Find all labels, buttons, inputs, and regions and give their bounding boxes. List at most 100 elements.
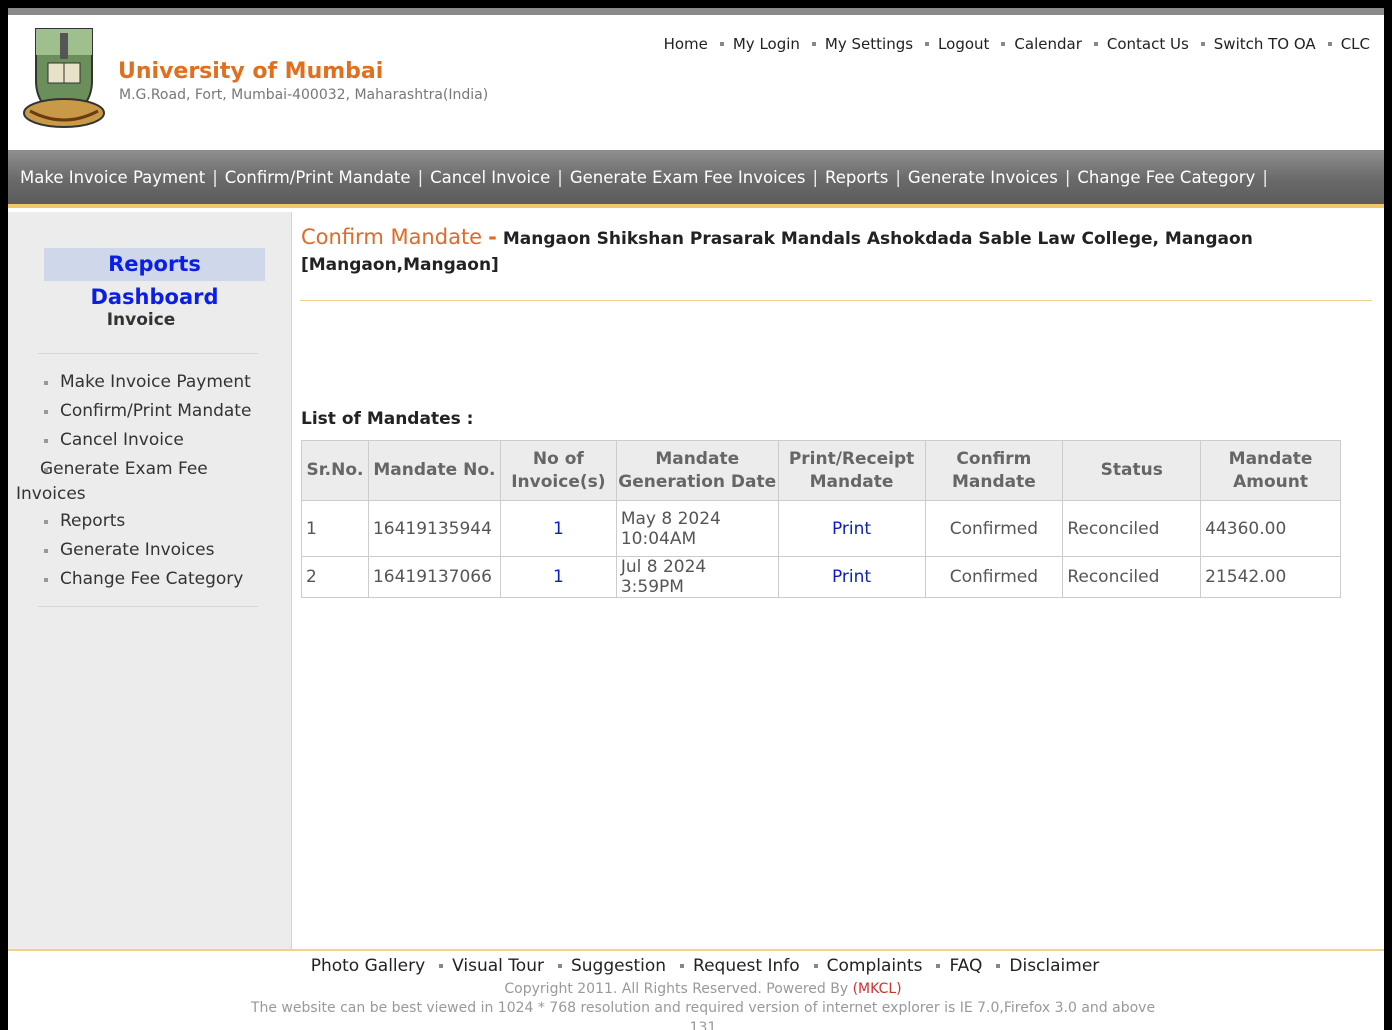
top-link-label[interactable]: Logout: [938, 35, 989, 53]
nav-separator: |: [212, 167, 218, 187]
top-link-my-settings[interactable]: My Settings: [800, 35, 913, 53]
bullet-icon: [1001, 42, 1006, 46]
footer-link-visual-tour[interactable]: Visual Tour: [452, 956, 544, 976]
generation-date-cell: Jul 8 2024 3:59PM: [615, 556, 779, 598]
top-link-my-login[interactable]: My Login: [708, 35, 800, 53]
nav-separator: |: [812, 167, 819, 187]
copyright: Copyright 2011. All Rights Reserved. Pow…: [8, 981, 1384, 997]
amount-cell: 21542.00: [1200, 556, 1341, 598]
print-link[interactable]: Print: [777, 500, 926, 557]
list-label: List of Mandates :: [301, 409, 474, 429]
confirm-status-cell: Confirmed: [924, 556, 1064, 598]
sidebar-item-make-invoice-payment[interactable]: Make Invoice Payment: [40, 368, 270, 397]
bullet-icon: [680, 964, 685, 968]
col-header: Status: [1062, 440, 1202, 501]
bullet-icon: [811, 42, 816, 46]
top-link-home[interactable]: Home: [664, 35, 708, 53]
mkcl-link[interactable]: (MKCL): [853, 981, 902, 997]
sidebar-item-reports[interactable]: Reports: [40, 507, 270, 536]
top-link-label[interactable]: My Login: [733, 35, 800, 53]
top-link-label[interactable]: Home: [664, 35, 708, 53]
top-link-label[interactable]: Contact Us: [1107, 35, 1189, 53]
confirm-status-cell: Confirmed: [924, 500, 1064, 557]
page-number: 131: [689, 1020, 717, 1030]
university-logo: [23, 28, 105, 128]
top-link-label[interactable]: Switch TO OA: [1214, 35, 1316, 53]
sidebar-divider: [38, 353, 258, 354]
invoice-count-link[interactable]: 1: [499, 500, 617, 557]
bullet-icon: [813, 964, 818, 968]
title-divider: [300, 300, 1372, 301]
table-row: 1 16419135944 1 May 8 2024 10:04AM Print…: [301, 500, 1341, 557]
nav-separator: |: [895, 167, 901, 187]
status-cell: Reconciled: [1062, 500, 1202, 557]
sidebar-item-confirm-print-mandate[interactable]: Confirm/Print Mandate: [40, 397, 270, 426]
table-row: 2 16419137066 1 Jul 8 2024 3:59PM Print …: [301, 556, 1341, 598]
nav-separator: |: [1064, 167, 1071, 187]
sidebar: Reports Dashboard Invoice Make Invoice P…: [8, 212, 292, 949]
bullet-icon: [996, 964, 1001, 968]
footer-link-photo-gallery[interactable]: Photo Gallery: [311, 956, 425, 976]
bullet-icon: [925, 42, 930, 46]
top-link-logout[interactable]: Logout: [913, 35, 989, 53]
page-title-text: Confirm Mandate: [301, 225, 483, 249]
nav-reports[interactable]: Reports: [825, 168, 888, 187]
top-link-label[interactable]: My Settings: [825, 35, 913, 53]
invoice-count-link[interactable]: 1: [499, 556, 617, 598]
nav-separator: |: [417, 167, 424, 187]
copyright-text: Copyright 2011. All Rights Reserved. Pow…: [504, 981, 849, 997]
footer-link-faq[interactable]: FAQ: [949, 956, 982, 976]
bullet-icon: [1093, 42, 1098, 46]
bullet-icon: [1200, 42, 1205, 46]
main-nav-bar: Make Invoice Payment | Confirm/Print Mand…: [8, 150, 1384, 208]
status-cell: Reconciled: [1062, 556, 1202, 598]
table-header-row: Sr.No. Mandate No. No of Invoice(s) Mand…: [301, 440, 1341, 501]
footer-link-complaints[interactable]: Complaints: [827, 956, 923, 976]
nav-separator: |: [1262, 167, 1268, 187]
mandates-table: Sr.No. Mandate No. No of Invoice(s) Mand…: [301, 440, 1341, 598]
nav-generate-invoices[interactable]: Generate Invoices: [908, 168, 1058, 187]
sidebar-item-cancel-invoice[interactable]: Cancel Invoice: [40, 426, 270, 455]
sidebar-item-generate-exam-fee-invoices[interactable]: Generate Exam Fee Invoices: [16, 455, 270, 507]
col-header: No of Invoice(s): [499, 440, 617, 501]
page-title: Confirm Mandate - Mangaon Shikshan Prasara…: [301, 224, 1361, 278]
sidebar-item-generate-invoices[interactable]: Generate Invoices: [40, 536, 270, 565]
nav-generate-exam-fee-invoices[interactable]: Generate Exam Fee Invoices: [570, 168, 806, 187]
nav-change-fee-category[interactable]: Change Fee Category: [1077, 168, 1255, 187]
footer-link-suggestion[interactable]: Suggestion: [571, 956, 666, 976]
top-link-contact-us[interactable]: Contact Us: [1082, 35, 1189, 53]
col-header: Sr.No.: [301, 440, 369, 501]
nav-make-invoice-payment[interactable]: Make Invoice Payment: [20, 168, 205, 187]
nav-cancel-invoice[interactable]: Cancel Invoice: [430, 168, 550, 187]
print-link[interactable]: Print: [777, 556, 926, 598]
sidebar-menu: Make Invoice Payment Confirm/Print Manda…: [16, 368, 270, 594]
reports-dashboard-link[interactable]: Reports Dashboard: [44, 248, 265, 309]
top-link-clc[interactable]: CLC: [1316, 35, 1370, 53]
footer: Photo Gallery Visual Tour Suggestion Req…: [8, 949, 1384, 1030]
nav-confirm-print-mandate[interactable]: Confirm/Print Mandate: [225, 168, 411, 187]
header: University of Mumbai M.G.Road, Fort, Mum…: [8, 15, 1384, 150]
top-links: Home My Login My Settings Logout Calenda…: [664, 35, 1370, 53]
university-address: M.G.Road, Fort, Mumbai-400032, Maharasht…: [119, 87, 489, 103]
bullet-icon: [719, 42, 724, 46]
title-separator: -: [488, 225, 497, 249]
bullet-icon: [936, 964, 941, 968]
sidebar-divider: [38, 606, 258, 607]
university-name: University of Mumbai: [118, 59, 384, 84]
generation-date-cell: May 8 2024 10:04AM: [615, 500, 779, 557]
top-link-calendar[interactable]: Calendar: [989, 35, 1082, 53]
top-link-label[interactable]: CLC: [1341, 35, 1370, 53]
col-header: Mandate No.: [367, 440, 501, 501]
mandate-no-cell: 16419135944: [367, 500, 501, 557]
sidebar-item-change-fee-category[interactable]: Change Fee Category: [40, 565, 270, 594]
bullet-icon: [439, 964, 444, 968]
top-link-switch-to-oa[interactable]: Switch TO OA: [1189, 35, 1316, 53]
footer-link-request-info[interactable]: Request Info: [693, 956, 800, 976]
top-link-label[interactable]: Calendar: [1014, 35, 1081, 53]
amount-cell: 44360.00: [1200, 500, 1341, 557]
bullet-icon: [1327, 42, 1332, 46]
footer-links: Photo Gallery Visual Tour Suggestion Req…: [8, 956, 1384, 976]
main-content: Confirm Mandate - Mangaon Shikshan Prasara…: [292, 212, 1384, 949]
footer-link-disclaimer[interactable]: Disclaimer: [1009, 956, 1099, 976]
bullet-icon: [557, 964, 562, 968]
